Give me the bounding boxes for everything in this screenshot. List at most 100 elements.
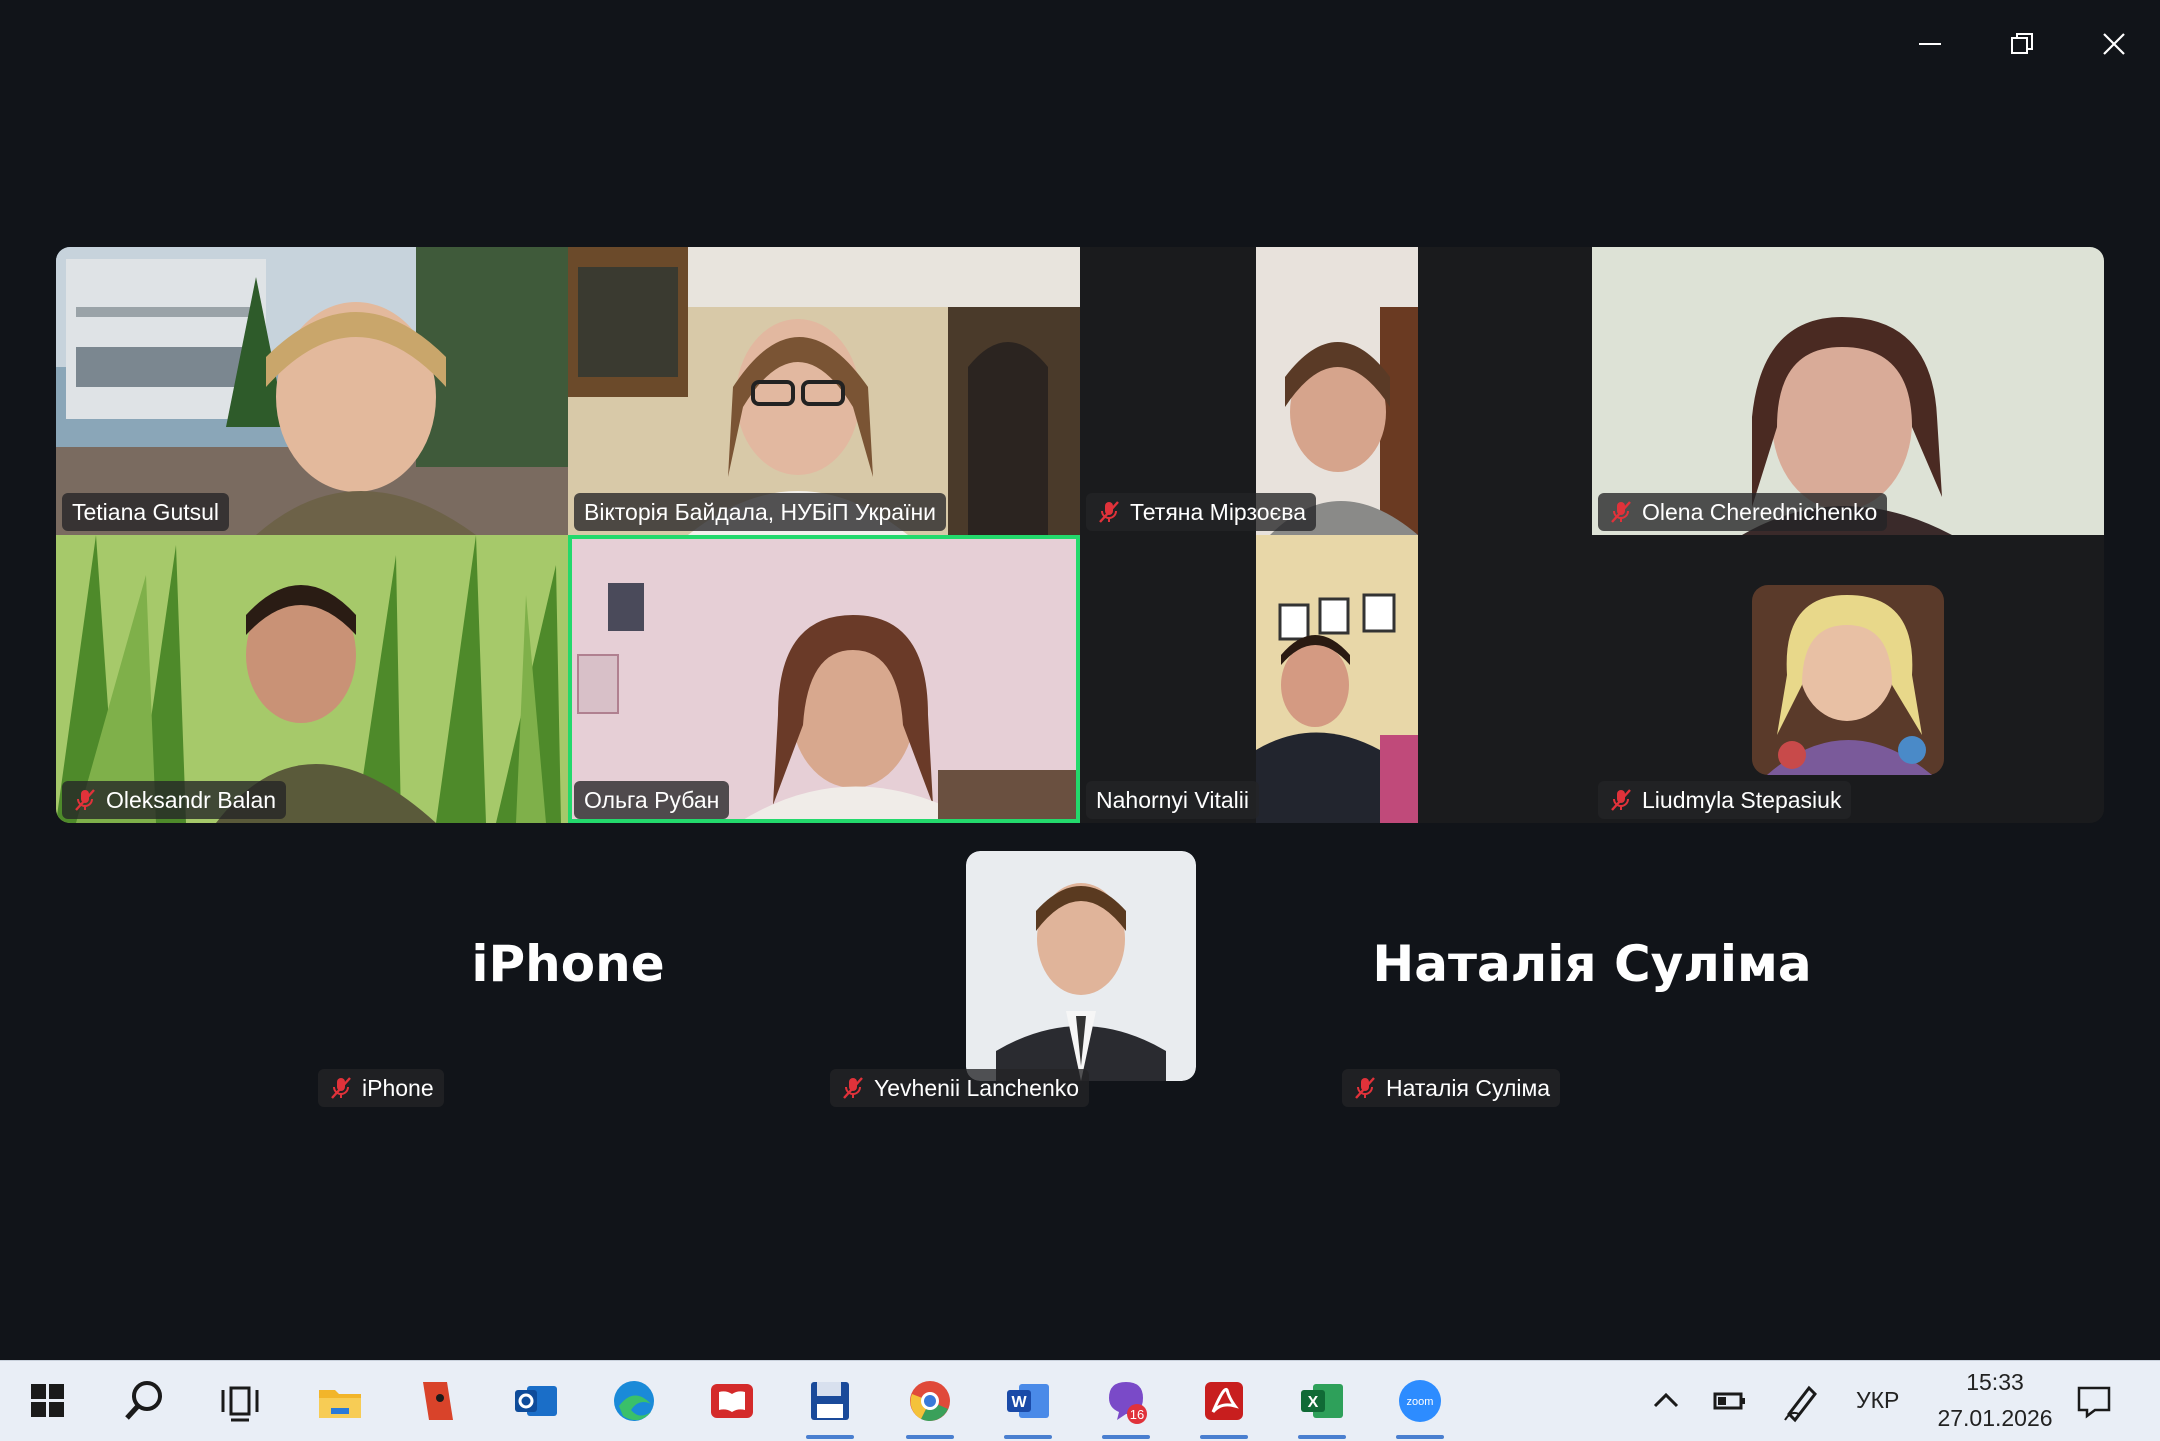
close-icon (2103, 33, 2125, 55)
video-tile-iphone[interactable]: iPhone iPhone (312, 823, 824, 1111)
start-button[interactable] (16, 1369, 80, 1433)
mic-muted-icon (1352, 1075, 1378, 1101)
mic-muted-icon (72, 787, 98, 813)
reader-icon (711, 1384, 753, 1418)
video-tile-nataliia-sulima[interactable]: Наталія Суліма Наталія Суліма (1336, 823, 1848, 1111)
battery-icon (1713, 1392, 1745, 1410)
running-indicator (1004, 1435, 1052, 1439)
video-tile-nahornyi-vitalii[interactable]: Nahornyi Vitalii (1080, 535, 1592, 823)
minimize-button[interactable] (1900, 22, 1960, 66)
clock-time[interactable]: 15:33 (1956, 1369, 2034, 1396)
participant-name: Oleksandr Balan (106, 786, 277, 813)
participant-video (1080, 247, 1592, 535)
task-view-button[interactable] (208, 1369, 272, 1433)
taskbar-edge[interactable] (602, 1369, 666, 1433)
taskbar-save-app[interactable] (798, 1369, 862, 1439)
input-language[interactable]: УКР (1856, 1387, 1899, 1414)
participant-name: Nahornyi Vitalii (1096, 786, 1249, 813)
mic-muted-icon (840, 1075, 866, 1101)
taskbar-excel[interactable]: X (1290, 1369, 1354, 1439)
search-button[interactable] (112, 1369, 176, 1433)
restore-button[interactable] (1992, 22, 2052, 66)
participant-name: Tetiana Gutsul (72, 498, 220, 525)
running-indicator (1200, 1435, 1248, 1439)
participant-video (1080, 535, 1592, 823)
participant-video (1592, 247, 2104, 535)
windows-start-icon (31, 1384, 64, 1417)
participant-avatar-photo (1592, 535, 2104, 823)
video-tile-oleksandr-balan[interactable]: Oleksandr Balan (56, 535, 568, 823)
edge-icon (614, 1381, 654, 1421)
participant-video (568, 535, 1080, 823)
file-explorer-icon (319, 1390, 361, 1418)
participant-nameplate: Nahornyi Vitalii (1086, 781, 1259, 819)
task-view-icon (221, 1386, 259, 1422)
running-indicator (1298, 1435, 1346, 1439)
battery-button[interactable] (1698, 1369, 1762, 1433)
taskbar-reader[interactable] (700, 1369, 764, 1433)
show-hidden-icons-button[interactable] (1634, 1369, 1698, 1433)
taskbar-word[interactable]: W (996, 1369, 1060, 1439)
video-tile-liudmyla-stepasiuk[interactable]: Liudmyla Stepasiuk (1592, 535, 2104, 823)
participant-nameplate: Liudmyla Stepasiuk (1598, 781, 1852, 819)
save-icon (811, 1382, 849, 1420)
video-tile-yevhenii-lanchenko[interactable]: Yevhenii Lanchenko (824, 823, 1336, 1111)
running-indicator (806, 1435, 854, 1439)
pen-icon (1784, 1385, 1817, 1423)
participant-name: Liudmyla Stepasiuk (1642, 786, 1842, 813)
participant-nameplate: Tetiana Gutsul (62, 493, 230, 531)
mic-muted-icon (1608, 787, 1634, 813)
participant-display-name: Наталія Суліма (1372, 935, 1812, 993)
participant-nameplate: Вікторія Байдала, НУБіП України (574, 493, 947, 531)
taskbar-viber[interactable]: 16 (1094, 1369, 1158, 1439)
participant-display-name: iPhone (471, 935, 665, 993)
taskbar-zoom[interactable]: zoom (1388, 1369, 1452, 1439)
participant-nameplate: Наталія Суліма (1342, 1069, 1561, 1107)
zoom-label: zoom (1407, 1396, 1434, 1408)
chrome-icon (910, 1381, 950, 1421)
app-red-icon (423, 1382, 453, 1420)
minimize-icon (1919, 43, 1941, 45)
taskbar-acrobat[interactable] (1192, 1369, 1256, 1439)
video-tile-olha-ruban[interactable]: Ольга Рубан (568, 535, 1080, 823)
video-tile-tetiana-mirzoieva[interactable]: Тетяна Мірзоєва (1080, 247, 1592, 535)
search-icon (125, 1381, 162, 1420)
taskbar-outlook[interactable] (504, 1369, 568, 1433)
taskbar-chrome[interactable] (898, 1369, 962, 1439)
participant-video (56, 247, 568, 535)
participant-nameplate: Ольга Рубан (574, 781, 730, 819)
svg-text:W: W (1011, 1394, 1027, 1411)
viber-badge: 16 (1130, 1407, 1144, 1422)
video-tile-olena-cherednichenko[interactable]: Olena Cherednichenko (1592, 247, 2104, 535)
taskbar: W 16 X zoom УКР 15:33 27.01.2026 (0, 1360, 2160, 1441)
participant-name: Наталія Суліма (1386, 1074, 1551, 1101)
participant-name: iPhone (362, 1074, 434, 1101)
clock-date[interactable]: 27.01.2026 (1926, 1405, 2064, 1432)
participant-name: Вікторія Байдала, НУБіП України (584, 498, 937, 525)
svg-text:X: X (1308, 1394, 1319, 1411)
participant-video (56, 535, 568, 823)
participant-name: Olena Cherednichenko (1642, 498, 1878, 525)
pen-button[interactable] (1770, 1369, 1834, 1433)
viber-icon: 16 (1109, 1382, 1147, 1424)
participant-nameplate: Тетяна Мірзоєва (1086, 493, 1317, 531)
video-tile-tetiana-gutsul[interactable]: Tetiana Gutsul (56, 247, 568, 535)
running-indicator (1102, 1435, 1150, 1439)
taskbar-file-explorer[interactable] (308, 1369, 372, 1433)
zoom-icon: zoom (1399, 1380, 1441, 1422)
restore-icon (2011, 33, 2033, 54)
participant-nameplate: Yevhenii Lanchenko (830, 1069, 1090, 1107)
mic-muted-icon (328, 1075, 354, 1101)
outlook-icon (515, 1386, 557, 1416)
participant-nameplate: Oleksandr Balan (62, 781, 287, 819)
chevron-up-icon (1653, 1392, 1679, 1408)
taskbar-red-app[interactable] (406, 1369, 470, 1433)
participant-name: Yevhenii Lanchenko (874, 1074, 1080, 1101)
participant-nameplate: Olena Cherednichenko (1598, 493, 1888, 531)
video-tile-viktoriia-baidala[interactable]: Вікторія Байдала, НУБіП України (568, 247, 1080, 535)
notifications-button[interactable] (2062, 1369, 2126, 1433)
notification-icon (2077, 1386, 2111, 1419)
participant-video (568, 247, 1080, 535)
close-button[interactable] (2084, 22, 2144, 66)
running-indicator (906, 1435, 954, 1439)
